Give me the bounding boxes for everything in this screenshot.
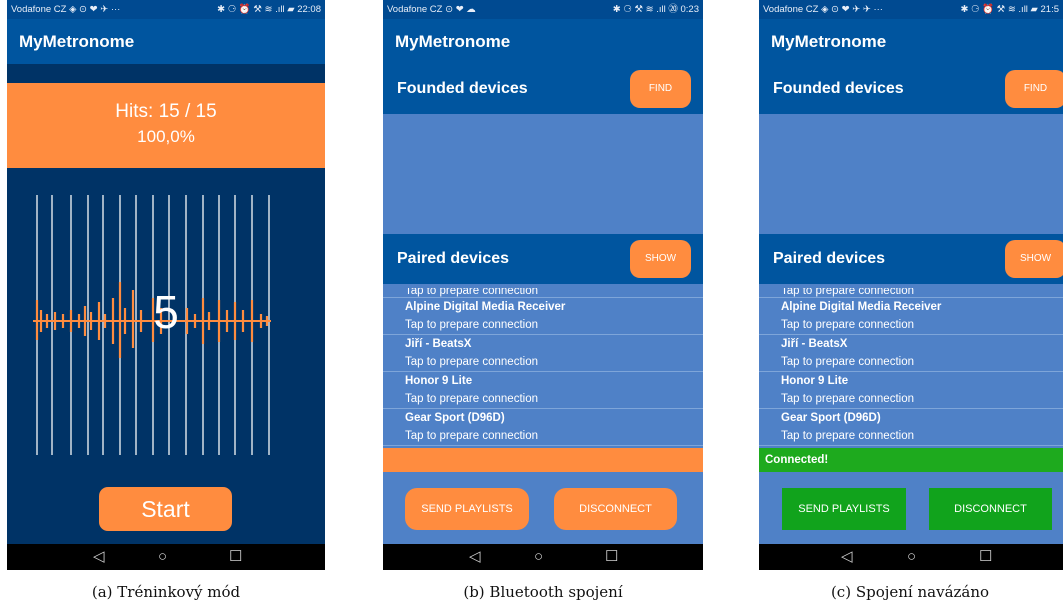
phone-training-mode: Vodafone CZ ◈ ⊙ ❤ ✈ ··· ✱ ⚆ ⏰ ⚒ ≋ .ıll ▰…: [7, 0, 325, 570]
device-subtitle: Tap to prepare connection: [405, 430, 538, 442]
connection-status-bar: Connected!: [759, 448, 1063, 472]
system-nav-bar: ◁ ○ ☐: [759, 544, 1063, 570]
start-button[interactable]: Start: [99, 487, 232, 531]
list-item[interactable]: Gear Sport (D96D) Tap to prepare connecti…: [759, 409, 1063, 446]
back-icon[interactable]: ◁: [469, 544, 481, 570]
list-item[interactable]: Jiří - BeatsX Tap to prepare connection: [383, 335, 703, 372]
device-name: Gear Sport (D96D): [781, 412, 881, 424]
system-nav-bar: ◁ ○ ☐: [383, 544, 703, 570]
app-title: MyMetronome: [759, 19, 1063, 64]
device-subtitle: Tap to prepare connection: [405, 356, 538, 368]
hits-panel: Hits: 15 / 15 100,0%: [7, 83, 325, 168]
status-right: ✱ ⚆ ⚒ ≋ .ıll ⑳ 0:23: [612, 4, 699, 15]
disconnect-button[interactable]: DISCONNECT: [554, 488, 677, 530]
paired-devices-header: Paired devices SHOW: [383, 234, 703, 284]
found-devices-list: [383, 140, 703, 231]
home-icon[interactable]: ○: [158, 544, 167, 570]
status-bar: Vodafone CZ ◈ ⊙ ❤ ✈ ··· ✱ ⚆ ⏰ ⚒ ≋ .ıll ▰…: [7, 0, 325, 19]
paired-devices-list: Tap to prepare connection Alpine Digital…: [383, 288, 703, 446]
recents-icon[interactable]: ☐: [605, 544, 618, 570]
device-subtitle: Tap to prepare connection: [781, 319, 914, 331]
list-item[interactable]: Honor 9 Lite Tap to prepare connection: [759, 372, 1063, 409]
app-title: MyMetronome: [383, 19, 703, 64]
device-name: Honor 9 Lite: [405, 375, 473, 387]
status-right: ✱ ⚆ ⏰ ⚒ ≋ .ıll ▰ 21:5: [960, 4, 1059, 15]
list-item[interactable]: Gear Sport (D96D) Tap to prepare connecti…: [383, 409, 703, 446]
status-bar: Vodafone CZ ◈ ⊙ ❤ ✈ ✈ ··· ✱ ⚆ ⏰ ⚒ ≋ .ıll…: [759, 0, 1063, 19]
founded-devices-header: Founded devices FIND: [759, 64, 1063, 114]
phone-bluetooth-connection: Vodafone CZ ⊙ ❤ ☁ ✱ ⚆ ⚒ ≋ .ıll ⑳ 0:23 My…: [383, 0, 703, 570]
status-left: Vodafone CZ ⊙ ❤ ☁: [387, 4, 476, 15]
device-name: Gear Sport (D96D): [405, 412, 505, 424]
device-subtitle: Tap to prepare connection: [781, 356, 914, 368]
recents-icon[interactable]: ☐: [979, 544, 992, 570]
send-playlists-button[interactable]: SEND PLAYLISTS: [782, 488, 906, 530]
founded-devices-title: Founded devices: [773, 80, 904, 97]
paired-devices-list: Tap to prepare connection Alpine Digital…: [759, 288, 1063, 446]
list-item[interactable]: Jiří - BeatsX Tap to prepare connection: [759, 335, 1063, 372]
device-name: Alpine Digital Media Receiver: [781, 301, 942, 313]
paired-devices-header: Paired devices SHOW: [759, 234, 1063, 284]
device-name: Jiří - BeatsX: [781, 338, 848, 350]
device-name: Jiří - BeatsX: [405, 338, 472, 350]
beat-counter: 5: [153, 286, 179, 338]
connection-status-bar: [383, 448, 703, 472]
paired-devices-title: Paired devices: [773, 250, 886, 267]
show-button[interactable]: SHOW: [1005, 240, 1063, 278]
list-item[interactable]: Honor 9 Lite Tap to prepare connection: [383, 372, 703, 409]
back-icon[interactable]: ◁: [841, 544, 853, 570]
system-nav-bar: ◁ ○ ☐: [7, 544, 325, 570]
device-name: Alpine Digital Media Receiver: [405, 301, 566, 313]
device-subtitle: Tap to prepare connection: [781, 430, 914, 442]
status-right: ✱ ⚆ ⏰ ⚒ ≋ .ıll ▰ 22:08: [217, 4, 321, 15]
hit-percentage: 100,0%: [137, 127, 195, 146]
hits-text: Hits: 15 / 15: [115, 101, 217, 122]
show-button[interactable]: SHOW: [630, 240, 691, 278]
status-left: Vodafone CZ ◈ ⊙ ❤ ✈ ···: [11, 4, 121, 15]
recents-icon[interactable]: ☐: [229, 544, 242, 570]
status-left: Vodafone CZ ◈ ⊙ ❤ ✈ ✈ ···: [763, 4, 883, 15]
device-subtitle: Tap to prepare connection: [781, 393, 914, 405]
caption-b: (b) Bluetooth spojení: [463, 583, 623, 601]
founded-devices-title: Founded devices: [397, 80, 528, 97]
find-button[interactable]: FIND: [1005, 70, 1063, 108]
find-button[interactable]: FIND: [630, 70, 691, 108]
send-playlists-button[interactable]: SEND PLAYLISTS: [405, 488, 529, 530]
caption-c: (c) Spojení navázáno: [830, 583, 990, 601]
home-icon[interactable]: ○: [907, 544, 916, 570]
back-icon[interactable]: ◁: [93, 544, 105, 570]
list-item-subtitle[interactable]: Tap to prepare connection: [759, 288, 1063, 298]
disconnect-button[interactable]: DISCONNECT: [929, 488, 1052, 530]
founded-devices-header: Founded devices FIND: [383, 64, 703, 114]
status-bar: Vodafone CZ ⊙ ❤ ☁ ✱ ⚆ ⚒ ≋ .ıll ⑳ 0:23: [383, 0, 703, 19]
phone-connected: Vodafone CZ ◈ ⊙ ❤ ✈ ✈ ··· ✱ ⚆ ⏰ ⚒ ≋ .ıll…: [759, 0, 1063, 570]
home-icon[interactable]: ○: [534, 544, 543, 570]
device-subtitle: Tap to prepare connection: [405, 319, 538, 331]
found-devices-list: [759, 140, 1063, 231]
device-name: Honor 9 Lite: [781, 375, 849, 387]
list-item[interactable]: Alpine Digital Media Receiver Tap to prep…: [759, 298, 1063, 335]
caption-a: (a) Tréninkový mód: [91, 583, 241, 601]
list-item-subtitle[interactable]: Tap to prepare connection: [383, 288, 703, 298]
device-subtitle: Tap to prepare connection: [405, 393, 538, 405]
app-title: MyMetronome: [7, 19, 325, 64]
paired-devices-title: Paired devices: [397, 250, 510, 267]
list-item[interactable]: Alpine Digital Media Receiver Tap to prep…: [383, 298, 703, 335]
